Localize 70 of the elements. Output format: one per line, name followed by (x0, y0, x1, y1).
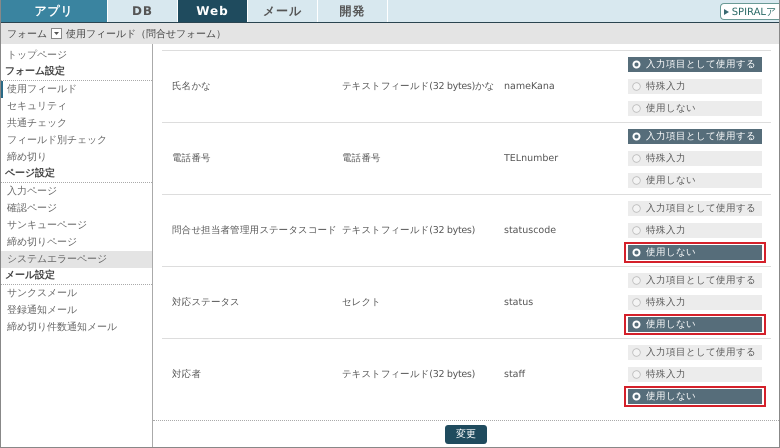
external-link-button[interactable]: SPIRALア (720, 3, 779, 20)
sidebar-item[interactable]: サンクスメール (1, 285, 152, 302)
radio-icon (632, 370, 641, 379)
nav-tab[interactable]: アプリ (1, 0, 108, 22)
sidebar-item[interactable]: 入力ページ (1, 183, 152, 200)
radio-option[interactable]: 特殊入力 (628, 223, 762, 238)
radio-option[interactable]: 特殊入力 (628, 295, 762, 310)
sidebar-item[interactable]: フィールド別チェック (1, 132, 152, 149)
field-code: staff (504, 369, 526, 380)
field-code: TELnumber (504, 153, 560, 164)
sidebar-item[interactable]: 確認ページ (1, 200, 152, 217)
sidebar-item[interactable]: サンキューページ (1, 217, 152, 234)
field-type: セレクト (342, 296, 382, 309)
radio-option[interactable]: 入力項目として使用する (628, 273, 762, 288)
sidebar-heading: メール設定 (1, 268, 152, 285)
triangle-icon (724, 8, 729, 14)
field-type: テキストフィールド(32 bytes) (342, 224, 476, 237)
radio-option[interactable]: 入力項目として使用する (628, 129, 762, 144)
radio-option[interactable]: 使用しない (628, 101, 762, 116)
field-name: 問合せ担当者管理用ステータスコード (172, 224, 338, 237)
radio-icon (632, 226, 641, 235)
dropdown-icon[interactable] (51, 28, 62, 39)
radio-option[interactable]: 入力項目として使用する (628, 345, 762, 360)
field-name: 氏名かな (172, 80, 212, 93)
radio-icon (632, 298, 641, 307)
radio-checked-icon (632, 392, 641, 401)
sidebar-item[interactable]: 登録通知メール (1, 302, 152, 319)
sidebar-item[interactable]: セキュリティ (1, 98, 152, 115)
radio-icon (632, 104, 641, 113)
field-type: テキストフィールド(32 bytes)かな (342, 80, 496, 93)
sidebar-item[interactable]: 締め切り (1, 149, 152, 166)
radio-option[interactable]: 使用しない (628, 245, 762, 260)
submit-button[interactable]: 変更 (445, 424, 487, 444)
radio-option[interactable]: 使用しない (628, 317, 762, 332)
radio-icon (632, 348, 641, 357)
field-code: nameKana (504, 81, 556, 92)
sidebar-item[interactable]: システムエラーページ (1, 251, 152, 268)
radio-option[interactable]: 使用しない (628, 389, 762, 404)
sidebar-heading: フォーム設定 (1, 64, 152, 81)
field-type: テキストフィールド(32 bytes) (342, 368, 476, 381)
radio-checked-icon (632, 248, 641, 257)
radio-icon (632, 276, 641, 285)
field-name: 対応ステータス (172, 296, 241, 309)
sidebar-item[interactable]: 締め切り件数通知メール (1, 319, 152, 336)
radio-icon (632, 204, 641, 213)
radio-icon (632, 154, 641, 163)
radio-checked-icon (632, 60, 641, 69)
nav-tab[interactable]: Web (178, 0, 248, 22)
field-code: statuscode (504, 225, 558, 236)
radio-option[interactable]: 使用しない (628, 173, 762, 188)
radio-icon (632, 176, 641, 185)
field-name: 対応者 (172, 368, 202, 381)
radio-option[interactable]: 入力項目として使用する (628, 201, 762, 216)
field-code: status (504, 297, 534, 308)
breadcrumb-link[interactable]: フォーム (7, 26, 47, 40)
radio-checked-icon (632, 132, 641, 141)
sidebar-item[interactable]: 共通チェック (1, 115, 152, 132)
sidebar-item[interactable]: 使用フィールド (1, 81, 152, 98)
radio-option[interactable]: 特殊入力 (628, 79, 762, 94)
radio-checked-icon (632, 320, 641, 329)
radio-option[interactable]: 入力項目として使用する (628, 57, 762, 72)
breadcrumb-title: 使用フィールド（問合せフォーム） (66, 28, 226, 40)
field-type: 電話番号 (342, 152, 382, 165)
radio-option[interactable]: 特殊入力 (628, 367, 762, 382)
radio-icon (632, 82, 641, 91)
radio-option[interactable]: 特殊入力 (628, 151, 762, 166)
field-name: 電話番号 (172, 152, 212, 165)
sidebar-item[interactable]: 締め切りページ (1, 234, 152, 251)
sidebar-heading: ページ設定 (1, 166, 152, 183)
sidebar-item[interactable]: トップページ (1, 47, 152, 64)
